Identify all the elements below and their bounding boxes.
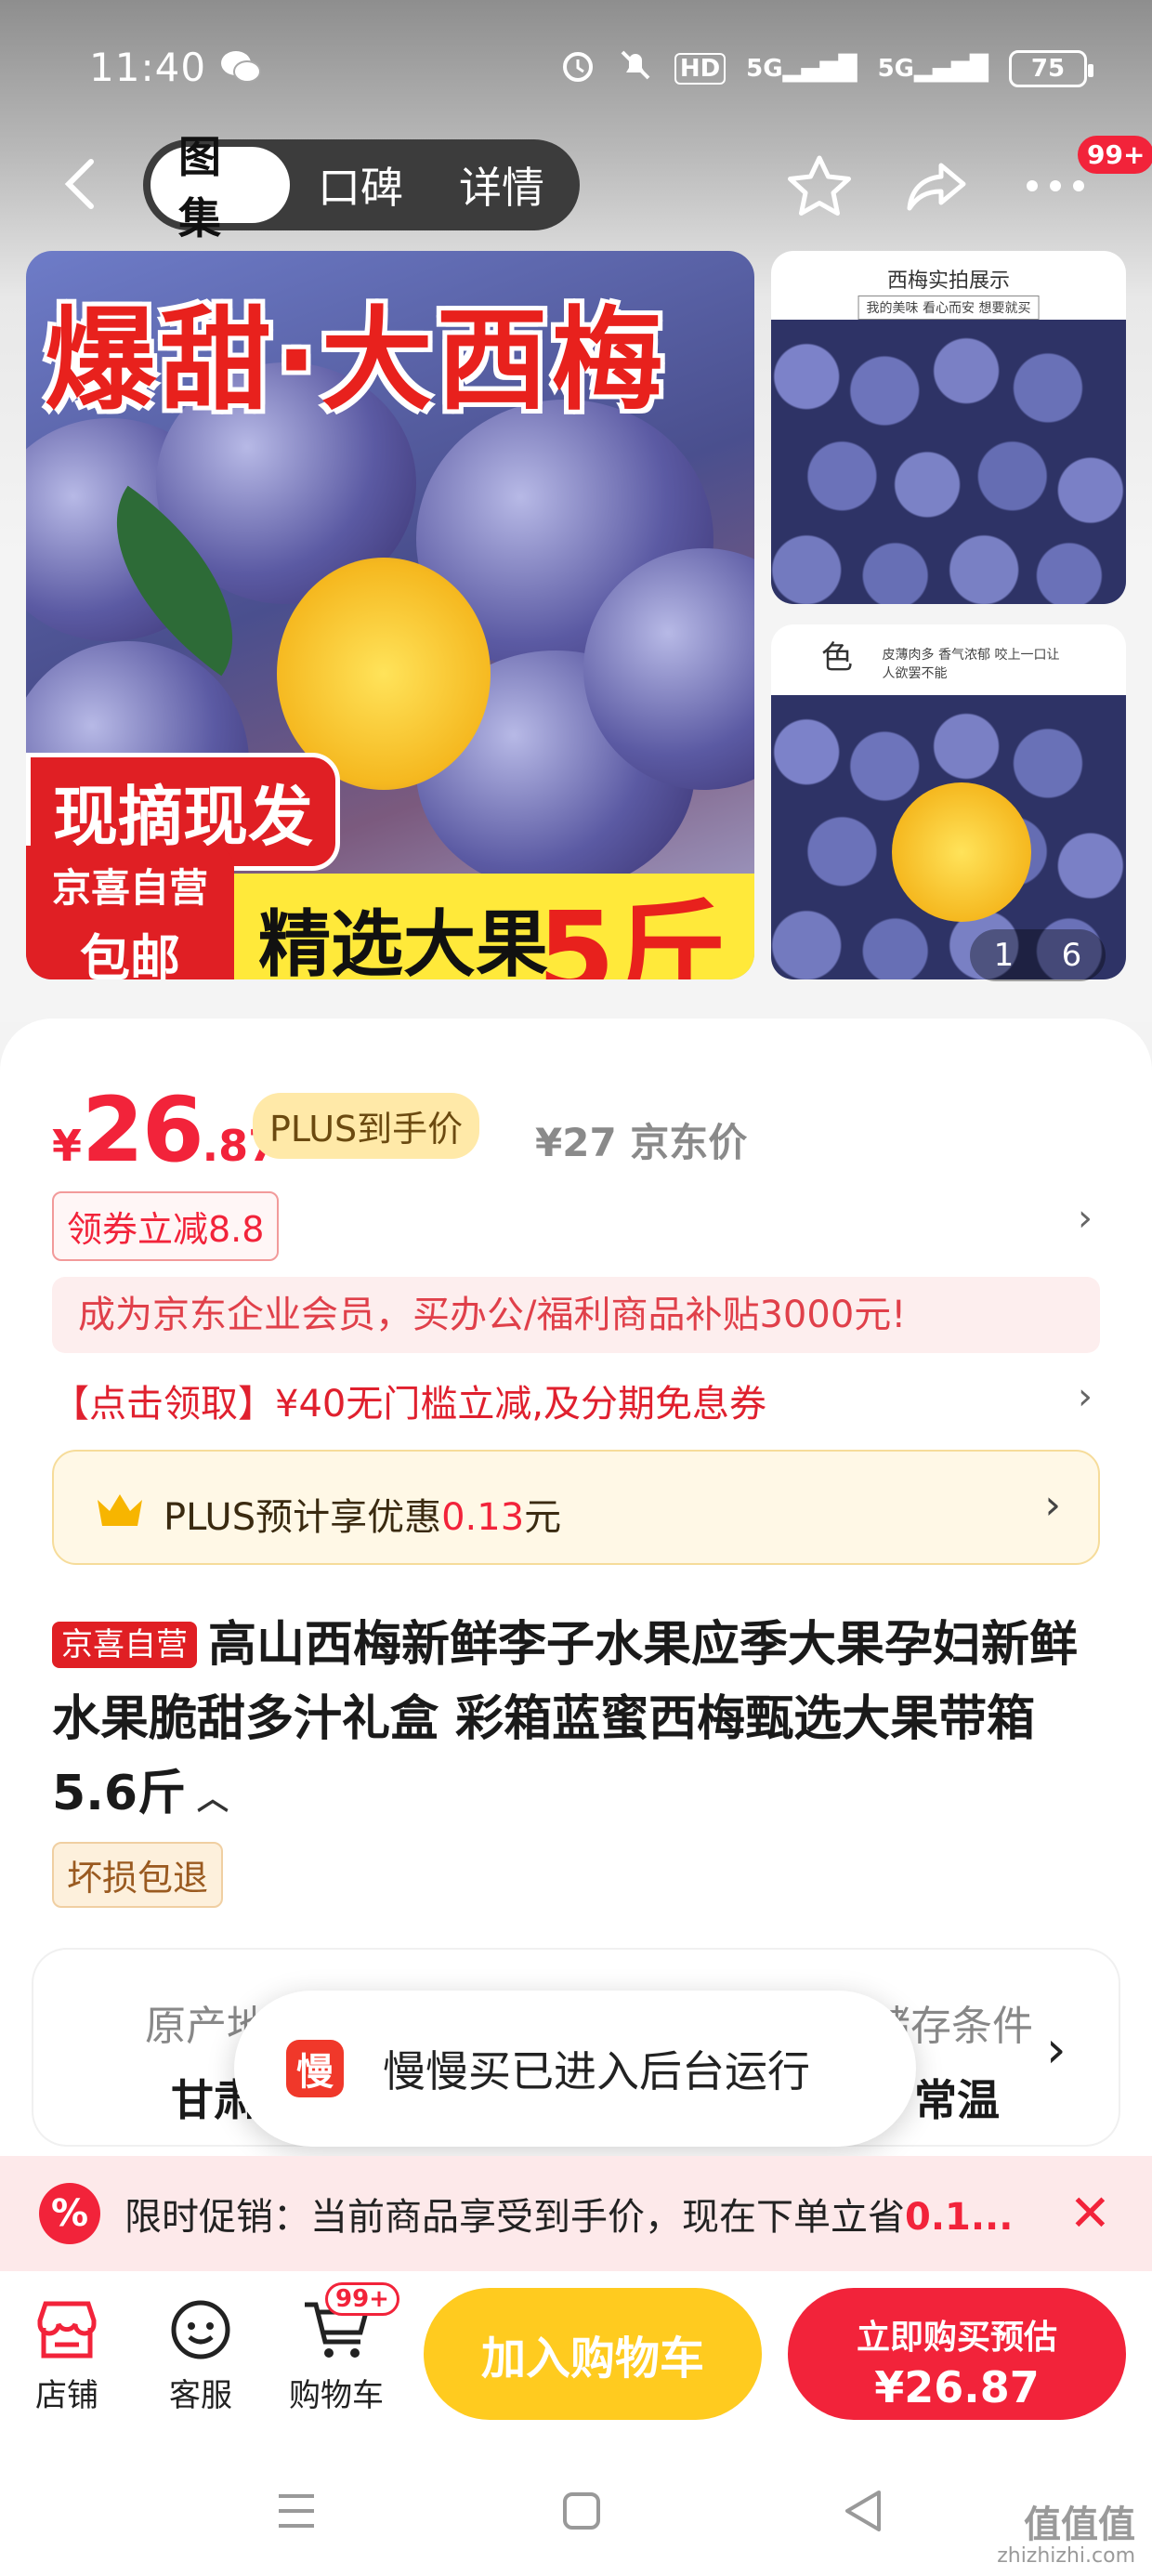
back-triangle-icon[interactable] — [842, 2489, 884, 2533]
attributes-chevron-icon: › — [1046, 2020, 1067, 2079]
tab-reviews[interactable]: 口碑 — [290, 147, 431, 223]
signal-icon-1: 5G▂▄▆█ — [746, 54, 857, 83]
status-icons: HD 5G▂▄▆█ 5G▂▄▆█ 75 — [559, 46, 1093, 90]
coupon-tag[interactable]: 领券立减8.8 — [52, 1191, 280, 1261]
plus-benefit-bar[interactable]: PLUS预计享优惠0.13元 › — [52, 1450, 1100, 1565]
percent-icon: % — [39, 2183, 100, 2244]
battery-icon: 75 — [1009, 49, 1093, 87]
background-running-toast: 慢 慢慢买已进入后台运行 — [234, 1991, 916, 2147]
selected-fruit-banner: 精选大果 5斤 — [234, 874, 754, 979]
shop-icon — [11, 2290, 123, 2370]
mute-icon — [617, 46, 654, 90]
chevron-left-icon — [64, 159, 94, 209]
jd-original-price: ¥27 京东价 — [535, 1120, 748, 1165]
header-tabs: 图集 口碑 详情 — [143, 132, 580, 243]
product-title: 京喜自营 高山西梅新鲜李子水果应季大果孕妇新鲜水果脆甜多汁礼盒 彩箱蓝蜜西梅甄选大… — [52, 1617, 1079, 1821]
favorite-button[interactable] — [782, 149, 857, 223]
status-time: 11:40 — [89, 45, 207, 90]
alarm-icon — [559, 46, 596, 90]
gallery-thumbnail-2[interactable]: 色 皮薄肉多 香气浓郁 咬上一口让人欲罢不能 — [771, 624, 1126, 979]
enterprise-member-banner[interactable]: 成为京东企业会员，买办公/福利商品补贴3000元! — [52, 1277, 1100, 1353]
watermark: 值值值 zhizhizhi.com — [997, 2504, 1135, 2568]
limited-promo-strip[interactable]: % 限时促销：当前商品享受到手价，现在下单立省0.1... ✕ — [0, 2156, 1152, 2271]
add-to-cart-button[interactable]: 加入购物车 — [424, 2288, 762, 2420]
gallery-counter: 1 6 — [970, 929, 1106, 981]
wechat-icon — [219, 48, 262, 96]
collapse-caret-icon[interactable]: ︿ — [186, 1781, 229, 1818]
main-product-image[interactable]: 爆甜·大西梅 现摘现发 京喜自营 包邮 精选大果 5斤 — [26, 251, 754, 979]
jd-self-operated-tag: 京喜自营 包邮 — [26, 846, 234, 979]
claim-coupon-link[interactable]: 【点击领取】¥40无门槛立减,及分期免息券 — [52, 1373, 766, 1427]
close-icon[interactable]: ✕ — [1069, 2184, 1111, 2242]
crown-icon — [98, 1494, 142, 1526]
share-button[interactable] — [899, 149, 974, 223]
hd-icon: HD — [674, 52, 727, 85]
chat-face-icon — [145, 2290, 256, 2370]
claim-chevron-icon[interactable]: › — [1078, 1375, 1093, 1418]
coupon-chevron-icon[interactable]: › — [1078, 1197, 1093, 1240]
plus-price-tag: PLUS到手价 — [253, 1093, 480, 1159]
back-button[interactable] — [58, 156, 104, 212]
message-badge: 99+ — [1078, 136, 1152, 174]
manmanmai-app-icon: 慢 — [286, 2040, 344, 2097]
customer-service-button[interactable]: 客服 — [145, 2290, 256, 2415]
tab-details[interactable]: 详情 — [431, 147, 572, 223]
status-bar: 11:40 HD 5G▂▄▆█ 5G▂▄▆█ 75 — [0, 37, 1152, 102]
buy-now-button[interactable]: 立即购买预估 ¥26.87 — [788, 2288, 1126, 2420]
more-dots-icon — [1027, 180, 1084, 191]
damage-refund-tag: 坏损包退 — [52, 1842, 224, 1908]
image-headline: 爆甜·大西梅 — [45, 296, 667, 426]
home-icon[interactable] — [561, 2491, 602, 2531]
system-navigation-bar — [0, 2448, 1152, 2576]
shop-button[interactable]: 店铺 — [11, 2290, 123, 2415]
jingxi-badge: 京喜自营 — [52, 1622, 197, 1668]
cart-count-badge: 99+ — [325, 2282, 399, 2316]
plus-chevron-icon: › — [1044, 1481, 1061, 1529]
price-display: ¥26.87 — [52, 1078, 279, 1182]
signal-icon-2: 5G▂▄▆█ — [877, 54, 988, 83]
star-icon — [788, 155, 851, 216]
plus-benefit-text: PLUS预计享优惠0.13元 — [164, 1496, 562, 1539]
tab-gallery[interactable]: 图集 — [151, 132, 290, 243]
menu-icon[interactable] — [275, 2491, 318, 2531]
share-icon — [907, 163, 966, 211]
promo-text: 限时促销：当前商品享受到手价，现在下单立省0.1... — [124, 2196, 1014, 2239]
gallery-thumbnail-1[interactable]: 西梅实拍展示 我的美味 看心而安 想要就买 — [771, 251, 1126, 604]
